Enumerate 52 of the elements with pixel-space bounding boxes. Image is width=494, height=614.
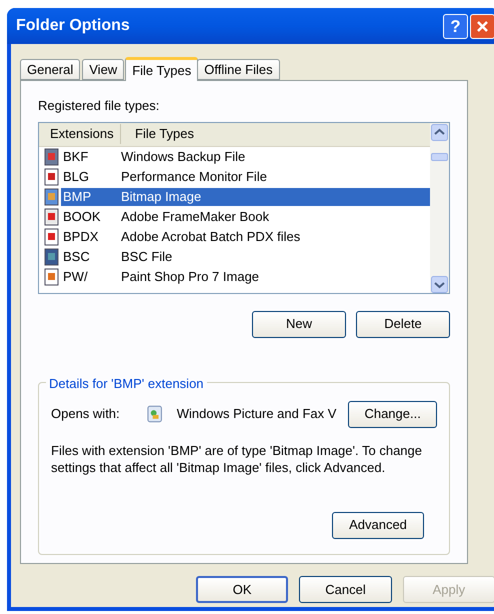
list-row[interactable]: BOOK Adobe FrameMaker Book (39, 206, 430, 226)
dialog-button[interactable]: OK (196, 576, 288, 603)
column-header[interactable]: Extensions (39, 124, 121, 144)
program-name: Windows Picture and Fax V (176, 405, 338, 424)
extension-cell-text: PW/ (62, 268, 89, 286)
file-type-cell-text: BSC File (121, 248, 172, 266)
scrollbar[interactable] (430, 122, 449, 292)
registered-label: Registered file types: (38, 97, 160, 115)
list-row[interactable]: BKF Windows Backup File (39, 146, 430, 166)
list-row[interactable]: BLG Performance Monitor File (39, 166, 430, 186)
file-type-cell-text: Adobe FrameMaker Book (121, 208, 270, 226)
file-type-icon (43, 188, 61, 206)
extension-cell-text: BOOK (62, 208, 102, 226)
list-row[interactable]: BSC BSC File (39, 246, 430, 266)
window-title: Folder Options (16, 16, 131, 36)
advanced-button[interactable]: Advanced (332, 512, 424, 538)
tab[interactable]: Offline Files (197, 59, 280, 80)
file-type-icon (43, 208, 61, 226)
list-button[interactable]: New (252, 310, 346, 338)
extension-cell-text: BLG (62, 168, 90, 186)
list-row[interactable]: PW/ Paint Shop Pro 7 Image (39, 266, 430, 286)
scroll-up-icon[interactable] (431, 124, 448, 140)
extension-cell-text: BMP (62, 188, 92, 206)
file-type-icon (43, 228, 61, 246)
tab[interactable]: View (82, 59, 124, 80)
extension-cell-text: BSC (62, 248, 91, 266)
list-row[interactable]: BPDX Adobe Acrobat Batch PDX files (39, 226, 430, 246)
scroll-down-icon[interactable] (431, 276, 448, 292)
tab[interactable]: File Types (125, 57, 198, 81)
file-type-cell-text: Windows Backup File (121, 148, 246, 166)
file-type-cell-text: Adobe Acrobat Batch PDX files (121, 228, 300, 246)
extension-cell-text: BKF (62, 148, 90, 166)
dialog-button[interactable]: Cancel (299, 576, 392, 603)
column-header[interactable]: File Types (121, 124, 194, 144)
file-type-cell-text: Bitmap Image (121, 188, 202, 206)
scroll-thumb[interactable] (431, 152, 448, 160)
file-type-icon (43, 268, 61, 286)
file-type-cell-text: Performance Monitor File (121, 168, 267, 186)
change-button[interactable]: Change... (348, 400, 438, 428)
program-icon (146, 405, 164, 423)
file-type-cell-text: Paint Shop Pro 7 Image (121, 268, 260, 286)
description-text: Files with extension 'BMP' are of type 'Bitmap Image'. To change settings that affect all 'Bitmap Image' files, click Advanced. (51, 442, 423, 476)
close-button[interactable] (470, 14, 494, 38)
tab[interactable]: General (20, 59, 80, 80)
close-icon (476, 20, 489, 32)
file-type-icon (43, 248, 61, 266)
file-type-icon (43, 168, 61, 186)
list-button[interactable]: Delete (356, 310, 450, 338)
opens-with-label: Opens with: (51, 405, 121, 424)
help-button[interactable]: ? (443, 14, 468, 38)
extension-cell-text: BPDX (62, 228, 100, 246)
file-type-icon (43, 148, 61, 166)
